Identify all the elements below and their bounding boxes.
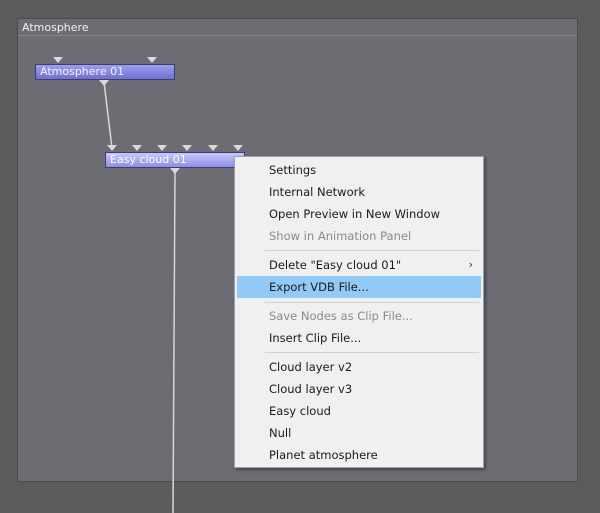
menu-item-show-animation: Show in Animation Panel <box>269 229 412 243</box>
menu-separator-1 <box>265 250 479 251</box>
menu-item-export-vdb[interactable]: Export VDB File... <box>237 276 481 298</box>
menu-item-planet-atmosphere[interactable]: Planet atmosphere <box>237 444 481 466</box>
menu-item-delete[interactable]: Delete "Easy cloud 01" › <box>237 254 481 276</box>
easy-cloud-node[interactable]: Easy cloud 01 <box>105 152 245 168</box>
menu-separator-2 <box>265 302 479 303</box>
menu-item-null[interactable]: Null <box>237 422 481 444</box>
menu-item-easy-cloud[interactable]: Easy cloud <box>237 400 481 422</box>
easy-cloud-node-label: Easy cloud 01 <box>110 153 187 166</box>
context-menu: Settings Internal Network Open Preview i… <box>234 156 484 468</box>
menu-item-cloud-layer-v3[interactable]: Cloud layer v3 <box>237 378 481 400</box>
menu-item-insert-clip[interactable]: Insert Clip File... <box>237 327 481 349</box>
menu-item-settings[interactable]: Settings <box>237 159 481 181</box>
submenu-arrow-icon: › <box>468 258 473 271</box>
cloud-input-port-2[interactable] <box>132 145 142 151</box>
cloud-output-port[interactable] <box>170 168 180 174</box>
menu-item-open-preview[interactable]: Open Preview in New Window <box>237 203 481 225</box>
menu-item-cloud-layer-v2[interactable]: Cloud layer v2 <box>237 356 481 378</box>
atmosphere-node[interactable]: Atmosphere 01 <box>35 64 175 80</box>
atm-output-port[interactable] <box>99 80 109 86</box>
cloud-input-port-5[interactable] <box>208 145 218 151</box>
wire-cloud-output <box>172 171 176 513</box>
cloud-input-port-4[interactable] <box>182 145 192 151</box>
menu-item-internal-network[interactable]: Internal Network <box>237 181 481 203</box>
menu-item-delete-label: Delete "Easy cloud 01" <box>269 258 402 272</box>
atm-input-port-1[interactable] <box>53 57 63 63</box>
menu-separator-3 <box>265 352 479 353</box>
cloud-input-port-3[interactable] <box>157 145 167 151</box>
atm-input-port-2[interactable] <box>147 57 157 63</box>
cloud-input-port-1[interactable] <box>107 145 117 151</box>
atmosphere-node-label: Atmosphere 01 <box>40 65 125 78</box>
wire-atm-to-cloud <box>103 81 113 149</box>
menu-item-save-clip: Save Nodes as Clip File... <box>269 309 413 323</box>
cloud-input-port-6[interactable] <box>233 145 243 151</box>
